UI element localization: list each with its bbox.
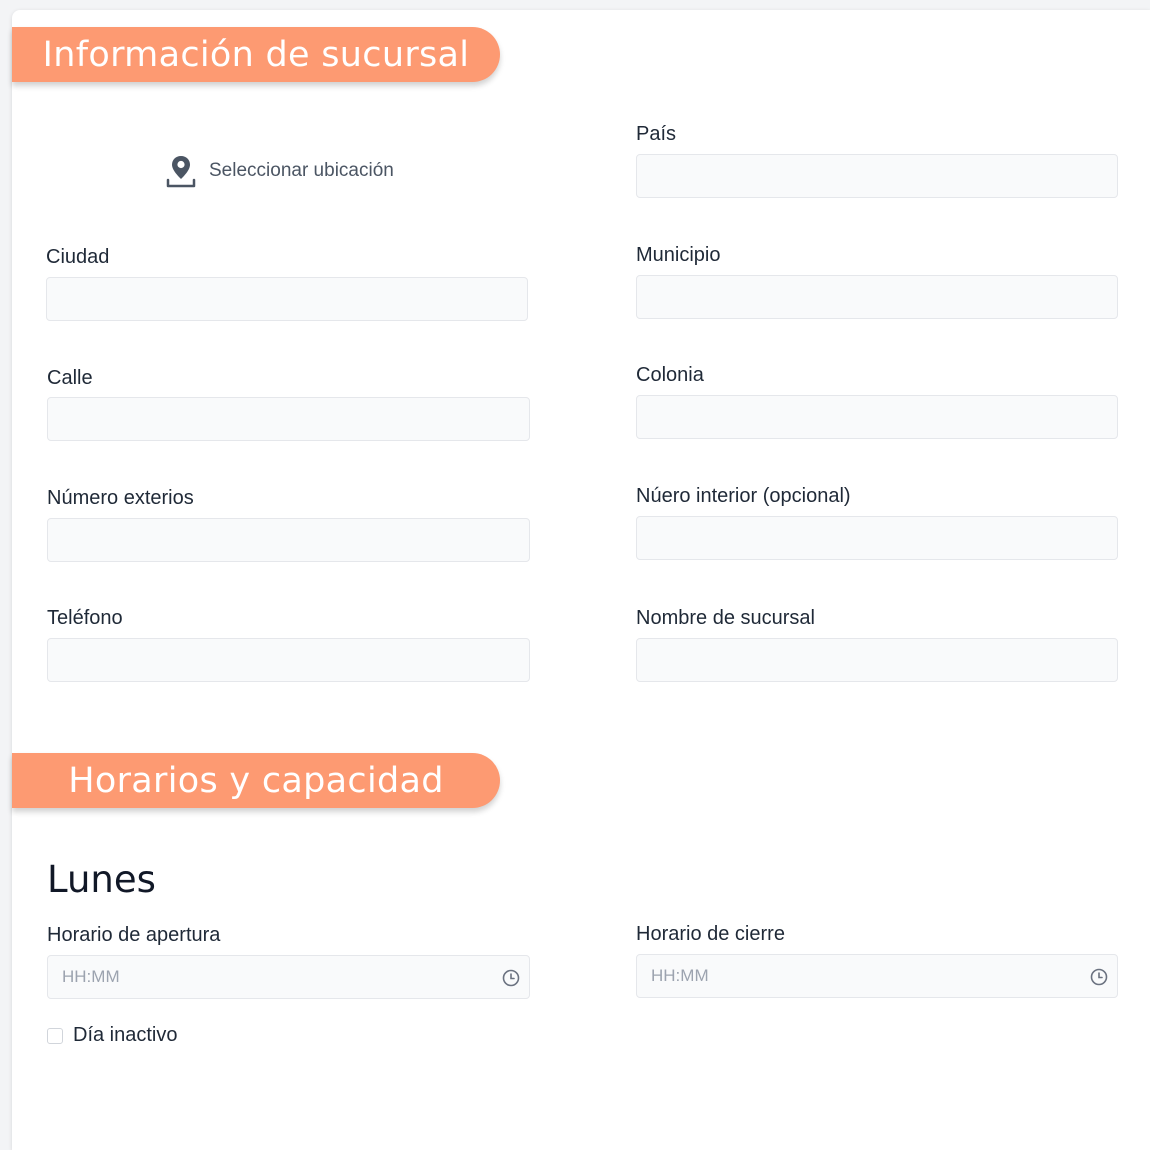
calle-label: Calle (47, 367, 93, 389)
section-title-text: Información de sucursal (42, 34, 470, 75)
closing-time-input[interactable] (637, 955, 1117, 997)
municipio-label: Municipio (636, 244, 721, 266)
select-location-button[interactable]: Seleccionar ubicación (163, 150, 394, 192)
colonia-label: Colonia (636, 364, 704, 386)
pais-field[interactable] (636, 154, 1118, 198)
day-title: Lunes (47, 858, 156, 901)
opening-time-input[interactable] (48, 956, 529, 998)
inactive-day-checkbox[interactable] (47, 1027, 63, 1044)
pais-input[interactable] (637, 155, 1117, 197)
telefono-field[interactable] (47, 638, 530, 682)
colonia-input[interactable] (637, 396, 1117, 438)
ciudad-field[interactable] (46, 277, 528, 321)
select-location-label: Seleccionar ubicación (209, 160, 394, 181)
numero-interior-field[interactable] (636, 516, 1118, 560)
clock-icon[interactable] (1089, 967, 1109, 987)
clock-icon[interactable] (501, 968, 521, 988)
section-title-branch-info: Información de sucursal (12, 27, 500, 82)
numero-interior-label: Núero interior (opcional) (636, 485, 851, 507)
closing-time-field[interactable] (636, 954, 1118, 998)
ciudad-label: Ciudad (46, 246, 110, 268)
section-title-hours: Horarios y capacidad (12, 753, 500, 808)
nombre-sucursal-input[interactable] (637, 639, 1117, 681)
opening-time-label: Horario de apertura (47, 924, 221, 946)
section-title-text: Horarios y capacidad (68, 760, 444, 801)
numero-interior-input[interactable] (637, 517, 1117, 559)
ciudad-input[interactable] (47, 278, 527, 320)
numero-exterior-label: Número exterios (47, 487, 194, 509)
map-pin-icon (166, 156, 196, 188)
nombre-sucursal-label: Nombre de sucursal (636, 607, 815, 629)
numero-exterior-field[interactable] (47, 518, 530, 562)
municipio-field[interactable] (636, 275, 1118, 319)
municipio-input[interactable] (637, 276, 1117, 318)
inactive-day-label: Día inactivo (73, 1024, 178, 1046)
opening-time-field[interactable] (47, 955, 530, 999)
calle-input[interactable] (48, 398, 529, 440)
numero-exterior-input[interactable] (48, 519, 529, 561)
telefono-label: Teléfono (47, 607, 123, 629)
inactive-day-row[interactable]: Día inactivo (47, 1024, 178, 1047)
colonia-field[interactable] (636, 395, 1118, 439)
calle-field[interactable] (47, 397, 530, 441)
closing-time-label: Horario de cierre (636, 923, 785, 945)
pais-label: País (636, 123, 677, 145)
telefono-input[interactable] (48, 639, 529, 681)
nombre-sucursal-field[interactable] (636, 638, 1118, 682)
